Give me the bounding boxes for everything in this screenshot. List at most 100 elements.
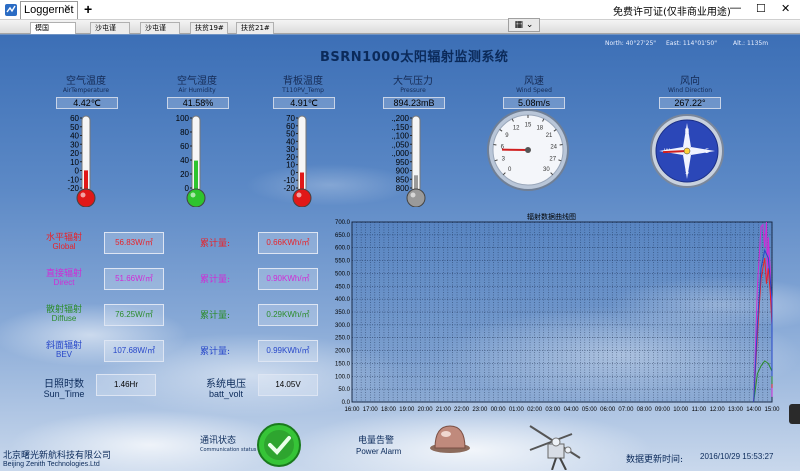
- loggernet-app-icon: [5, 4, 17, 16]
- new-tab-button[interactable]: +: [84, 1, 92, 17]
- chart-x-tick-label: 18:00: [381, 407, 397, 413]
- global-label-en: Global: [52, 242, 76, 251]
- power-alarm-label: 电量告警: [358, 436, 395, 446]
- chart-y-tick-label: 600.0: [335, 246, 351, 252]
- chart-y-tick-label: 300.0: [335, 323, 351, 329]
- pressure-scale-label: 900: [396, 167, 410, 176]
- bev-value: 107.68W/㎡: [104, 340, 164, 362]
- panel-temp-title: 背板温度: [283, 76, 323, 87]
- direct-cum-value: 0.90KWh/㎡: [258, 268, 318, 290]
- panel-temp-scale-label: -20: [283, 184, 295, 193]
- altitude: Alt.: 1135m: [733, 40, 769, 47]
- chart-x-tick-label: 14:00: [746, 407, 762, 413]
- power-alarm-label-en: Power Alarm: [356, 447, 402, 456]
- wind-speed-dial-label: 21: [546, 133, 553, 139]
- chart-x-tick-label: 13:00: [728, 407, 744, 413]
- north-coordinate: North: 40°27'25": [605, 40, 657, 47]
- chart-y-tick-label: 350.0: [335, 310, 351, 316]
- update-time-label: 数据更新时间:: [626, 455, 684, 465]
- chart-x-tick-label: 02:00: [527, 407, 543, 413]
- station-tab-2[interactable]: 沙屯谨30#: [140, 22, 180, 43]
- layout-dropdown-button[interactable]: ▦ ⌄: [508, 18, 540, 32]
- chart-y-tick-label: 650.0: [335, 233, 351, 239]
- compass-n: N: [685, 128, 690, 135]
- wind-speed-dial-label: 27: [549, 157, 556, 163]
- panel-temp-value: 4.91℃: [273, 97, 335, 109]
- tab-close-icon[interactable]: ×: [64, 2, 70, 14]
- chart-x-tick-label: 09:00: [655, 407, 671, 413]
- station-tab-0[interactable]: 模国BSRN1000: [30, 22, 76, 43]
- panel-temp-thermometer: 70 60 50 40 30 20 10 0 -10 -20: [278, 112, 328, 208]
- chart-y-tick-label: 50.0: [338, 387, 350, 393]
- company-name-en: Beijing Zenith Technologies.Ltd: [3, 461, 100, 468]
- humidity-scale-label: 100: [176, 114, 190, 123]
- chart-x-tick-label: 04:00: [564, 407, 580, 413]
- wind-dir-subtitle: Wind Direction: [667, 87, 713, 94]
- chart-x-tick-label: 16:00: [344, 407, 360, 413]
- sun-time-label-cn: 日照时数: [44, 379, 84, 390]
- diffuse-cum-label: 累计量:: [200, 311, 231, 321]
- station-tab-4[interactable]: 扶贫21#: [236, 22, 274, 34]
- diffuse-value: 76.25W/㎡: [104, 304, 164, 326]
- air-temp-subtitle: AirTemperature: [62, 87, 110, 94]
- sun-time-label-en: Sun_Time: [43, 389, 85, 399]
- batt-value: 14.05V: [258, 374, 318, 396]
- chart-x-tick-label: 05:00: [582, 407, 598, 413]
- station-tab-3[interactable]: 扶贫19#: [190, 22, 228, 34]
- pressure-scale-label: 850: [396, 175, 410, 184]
- pressure-thermometer: 1,2001,1501,1001,0501,000950900850800: [389, 112, 442, 208]
- chart-x-tick-label: 19:00: [399, 407, 415, 413]
- humidity-scale-label: 80: [180, 128, 189, 137]
- compass-s: S: [685, 169, 689, 176]
- chart-y-tick-label: 500.0: [335, 271, 351, 277]
- bev-cum-value: 0.99KWh/㎡: [258, 340, 318, 362]
- air-temp-scale-label: 10: [70, 158, 79, 167]
- chart-x-tick-label: 08:00: [637, 407, 653, 413]
- chart-y-tick-label: 250.0: [335, 336, 351, 342]
- power-alarm-lamp-icon: [430, 425, 470, 453]
- diffuse-label-en: Diffuse: [51, 314, 77, 323]
- minimize-button[interactable]: —: [730, 2, 741, 14]
- air-temp-bulb: [76, 188, 96, 208]
- batt-label-cn: 系统电压: [206, 379, 246, 390]
- page-title: BSRN1000太阳辐射监测系统: [320, 50, 509, 65]
- diffuse-cum-value: 0.29KWh/㎡: [258, 304, 318, 326]
- compass-e: E: [705, 148, 709, 155]
- air-temp-scale-label: 40: [70, 132, 79, 141]
- chart-y-tick-label: 700.0: [335, 220, 351, 226]
- wind-speed-subtitle: Wind Speed: [516, 87, 552, 94]
- side-scroll-handle[interactable]: [789, 404, 800, 424]
- chart-x-tick-label: 00:00: [491, 407, 507, 413]
- wind-speed-dial-label: 24: [550, 144, 557, 150]
- comm-status-check-icon: [257, 423, 301, 467]
- air-temp-title: 空气温度: [66, 76, 106, 87]
- batt-label-en: batt_volt: [208, 389, 244, 399]
- bev-label-en: BEV: [55, 350, 72, 359]
- wind-direction-needle: [662, 150, 688, 154]
- chart-x-tick-label: 12:00: [710, 407, 726, 413]
- pressure-scale-label: 800: [396, 184, 410, 193]
- chart-y-tick-label: 200.0: [335, 349, 351, 355]
- humidity-value: 41.58%: [167, 97, 229, 109]
- humidity-title: 空气湿度: [177, 76, 217, 87]
- wind-speed-title: 风速: [524, 76, 544, 87]
- chart-x-tick-label: 01:00: [509, 407, 525, 413]
- sun-time-value: 1.46Hr: [96, 374, 156, 396]
- pressure-scale-label: 1,050: [392, 140, 410, 149]
- panel-temp-subtitle: T110PV_Temp: [282, 87, 324, 94]
- license-notice: 免费许可证(仅非商业用途): [613, 7, 731, 18]
- air-temp-scale-label: 30: [70, 140, 79, 149]
- station-tab-1[interactable]: 沙屯谨17#: [90, 22, 130, 43]
- global-value: 56.83W/㎡: [104, 232, 164, 254]
- air-temp-value: 4.42℃: [56, 97, 118, 109]
- air-temp-scale-label: 0: [75, 167, 80, 176]
- chart-x-tick-label: 23:00: [472, 407, 488, 413]
- pressure-bulb: [406, 188, 426, 208]
- humidity-scale-label: 60: [180, 142, 189, 151]
- chart-y-tick-label: 450.0: [335, 284, 351, 290]
- wind-speed-dial-label: 12: [513, 125, 520, 131]
- close-window-button[interactable]: ✕: [781, 2, 790, 15]
- chart-x-tick-label: 03:00: [545, 407, 561, 413]
- company-name-cn: 北京曙光新航科技有限公司: [3, 451, 112, 461]
- maximize-button[interactable]: ☐: [756, 2, 766, 15]
